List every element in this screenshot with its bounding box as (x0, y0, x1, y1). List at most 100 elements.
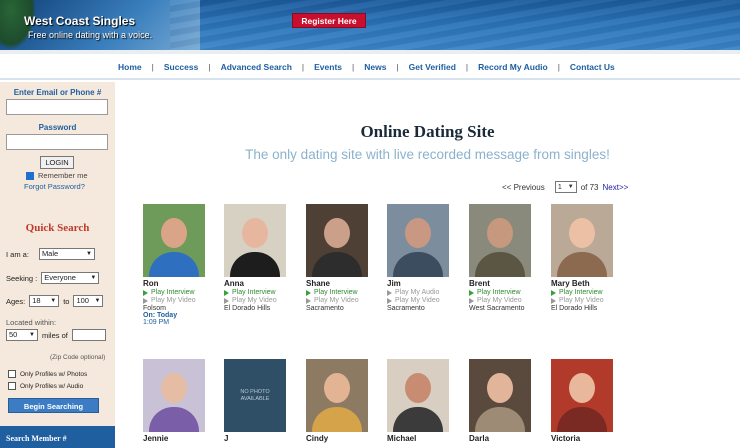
profile-card[interactable]: Brent Play Interview Play My Video West Sac… (469, 204, 535, 312)
remember-me[interactable]: Remember me (26, 171, 88, 180)
nav-item-advanced-search[interactable]: Advanced Search | (221, 62, 315, 72)
forgot-password-link[interactable]: Forgot Password? (24, 182, 85, 191)
profile-name[interactable]: Michael (387, 434, 453, 443)
profile-photo[interactable] (551, 359, 613, 432)
nav-link[interactable]: Record My Audio (478, 62, 548, 72)
profile-card[interactable]: Darla (469, 359, 535, 443)
profile-name[interactable]: Victoria (551, 434, 617, 443)
site-title[interactable]: West Coast Singles (24, 14, 135, 28)
nav-item-contact-us[interactable]: Contact Us (570, 62, 615, 72)
profile-card[interactable]: NO PHOTO AVAILABLE J (224, 359, 290, 443)
profile-photo[interactable] (306, 359, 368, 432)
remember-checkbox[interactable] (26, 171, 34, 180)
zip-input[interactable] (71, 329, 106, 341)
nav-item-events[interactable]: Events | (314, 62, 364, 72)
profile-name[interactable]: Jim (387, 279, 453, 288)
play-interview-link[interactable]: Play Interview (224, 289, 290, 296)
profile-name[interactable]: Cindy (306, 434, 372, 443)
profile-name[interactable]: Anna (224, 279, 290, 288)
photo-face (487, 373, 513, 403)
profile-name[interactable]: Mary Beth (551, 279, 617, 288)
photo-face (405, 373, 431, 403)
photos-checkbox[interactable] (8, 370, 16, 378)
profile-photo[interactable] (387, 359, 449, 432)
play-icon (387, 289, 392, 296)
play-video-link[interactable]: Play My Video (143, 297, 209, 304)
profile-name[interactable]: Jennie (143, 434, 209, 443)
profile-photo[interactable] (551, 204, 613, 277)
login-button[interactable]: LOGIN (40, 156, 74, 169)
profile-photo[interactable] (469, 359, 531, 432)
profile-name[interactable]: Brent (469, 279, 535, 288)
profile-card[interactable]: Anna Play Interview Play My Video El Dorado… (224, 204, 290, 312)
play-interview-link[interactable]: Play Interview (306, 289, 372, 296)
begin-searching-button[interactable]: Begin Searching (8, 398, 99, 413)
play-icon (551, 289, 556, 296)
nav-separator: | (352, 62, 355, 72)
play-video-link[interactable]: Play My Video (551, 297, 617, 304)
audio-option[interactable]: Only Profiles w/ Audio (8, 382, 83, 390)
photos-option-label: Only Profiles w/ Photos (20, 370, 88, 378)
miles-select[interactable]: 50 ▼ (6, 329, 38, 341)
profile-location: El Dorado Hills (551, 305, 598, 312)
email-phone-input[interactable] (6, 99, 108, 115)
profile-photo[interactable] (143, 359, 205, 432)
profile-card[interactable]: Jennie (143, 359, 209, 443)
nav-item-get-verified[interactable]: Get Verified | (409, 62, 478, 72)
online-time: 1:09 PM (143, 319, 170, 326)
photo-face (569, 373, 595, 403)
password-input[interactable] (6, 134, 108, 150)
profile-name[interactable]: Ron (143, 279, 209, 288)
nav-link[interactable]: News (364, 62, 386, 72)
age-to-select[interactable]: 100 ▼ (73, 295, 104, 307)
nav-item-success[interactable]: Success | (164, 62, 221, 72)
nav-link[interactable]: Get Verified (409, 62, 456, 72)
play-video-link[interactable]: Play My Video (469, 297, 535, 304)
chevron-down-icon: ▼ (50, 298, 57, 304)
nav-link[interactable]: Success (164, 62, 199, 72)
page-select[interactable]: 1 ▼ (554, 181, 577, 193)
profile-card[interactable]: Victoria (551, 359, 617, 443)
play-interview-link[interactable]: Play Interview (143, 289, 209, 296)
register-button[interactable]: Register Here (292, 13, 366, 28)
play-interview-link[interactable]: Play Interview (469, 289, 535, 296)
previous-link[interactable]: << Previous (502, 183, 545, 192)
profile-card[interactable]: Michael (387, 359, 453, 443)
nav-item-news[interactable]: News | (364, 62, 408, 72)
play-video-link[interactable]: Play My Video (224, 297, 290, 304)
profile-card[interactable]: Jim Play My Audio Play My Video Sacramento (387, 204, 453, 312)
nav-link[interactable]: Home (118, 62, 142, 72)
audio-checkbox[interactable] (8, 382, 16, 390)
profile-card[interactable]: Cindy (306, 359, 372, 443)
profile-card[interactable]: Ron Play Interview Play My Video Folsom On: … (143, 204, 209, 326)
no-photo-placeholder[interactable]: NO PHOTO AVAILABLE (224, 359, 286, 432)
gender-select[interactable]: Male ▼ (38, 248, 95, 260)
play-video-link[interactable]: Play My Video (387, 297, 453, 304)
age-from-select[interactable]: 18 ▼ (29, 295, 60, 307)
profile-photo[interactable] (143, 204, 205, 277)
photos-option[interactable]: Only Profiles w/ Photos (8, 370, 87, 378)
profile-photo[interactable] (469, 204, 531, 277)
profile-photo[interactable] (306, 204, 368, 277)
zip-note: (Zip Code optional) (50, 354, 106, 361)
nav-link[interactable]: Contact Us (570, 62, 615, 72)
play-video-link[interactable]: Play My Video (306, 297, 372, 304)
seeking-select[interactable]: Everyone ▼ (41, 272, 100, 284)
profile-photo[interactable] (387, 204, 449, 277)
profile-name[interactable]: J (224, 434, 290, 443)
profile-photo[interactable] (224, 204, 286, 277)
nav-separator: | (396, 62, 399, 72)
profile-name[interactable]: Darla (469, 434, 535, 443)
profile-card[interactable]: Shane Play Interview Play My Video Sacramen… (306, 204, 372, 312)
nav-item-home[interactable]: Home | (118, 62, 164, 72)
play-audio-link[interactable]: Play My Audio (387, 289, 453, 296)
nav-item-record-my-audio[interactable]: Record My Audio | (478, 62, 570, 72)
profile-card[interactable]: Mary Beth Play Interview Play My Video El D… (551, 204, 617, 312)
play-interview-link[interactable]: Play Interview (551, 289, 617, 296)
profile-name[interactable]: Shane (306, 279, 372, 288)
nav-link[interactable]: Advanced Search (221, 62, 292, 72)
play-icon (469, 297, 474, 304)
nav-link[interactable]: Events (314, 62, 342, 72)
play-icon (143, 289, 148, 296)
next-link[interactable]: Next>> (603, 183, 629, 192)
